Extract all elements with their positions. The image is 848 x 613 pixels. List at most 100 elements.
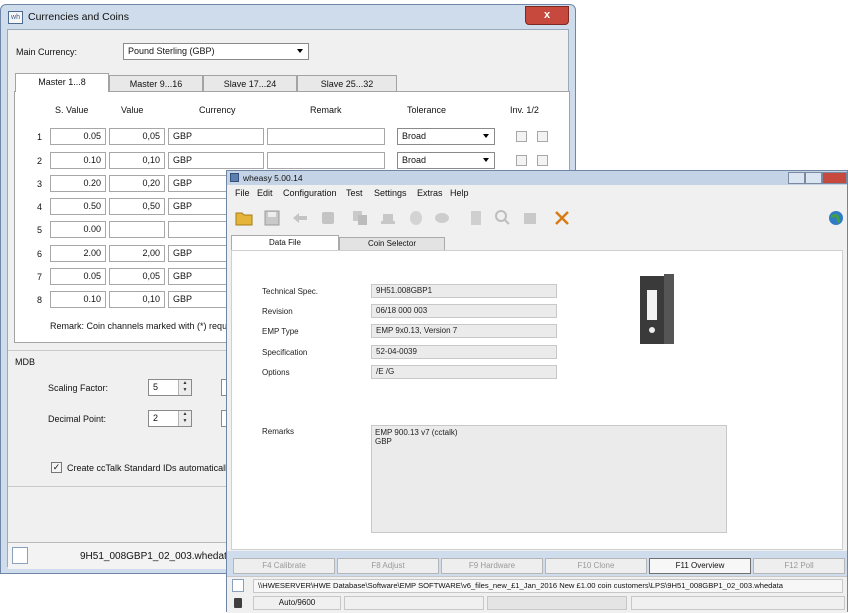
window-titlebar[interactable]: wh Currencies and Coins x [1,5,575,29]
report-icon[interactable] [521,209,539,226]
col-header-remark: Remark [310,105,342,115]
window-titlebar[interactable]: wheasy 5.00.14 [227,171,847,185]
divider [8,486,226,487]
maximize-button[interactable] [805,172,822,184]
inv2-checkbox[interactable] [537,155,548,166]
coin-icon[interactable] [407,209,425,226]
value-field[interactable]: 0,05 [109,128,165,145]
inv1-checkbox[interactable] [516,131,527,142]
svalue-field[interactable]: 0.10 [50,291,106,308]
close-button[interactable] [822,172,847,184]
svalue-field[interactable]: 0.05 [50,128,106,145]
close-button[interactable]: x [525,6,569,25]
remark-field[interactable] [267,152,385,169]
main-currency-select[interactable]: Pound Sterling (GBP) [123,43,309,60]
svalue-field[interactable]: 0.50 [50,198,106,215]
cctalk-checkbox-label: Create ccTalk Standard IDs automatically [67,463,232,473]
f9-hardware-button[interactable]: F9 Hardware [441,558,543,574]
device-icon[interactable] [319,209,337,226]
f8-adjust-button[interactable]: F8 Adjust [337,558,439,574]
tolerance-select[interactable]: Broad [397,152,495,169]
document-icon[interactable] [467,209,485,226]
window-title: Currencies and Coins [28,11,129,23]
divider [8,350,226,351]
decimal-point-label: Decimal Point: [48,414,107,424]
decimal-point-stepper[interactable]: 2 ▲ ▼ [148,410,192,427]
tab-data-file[interactable]: Data File [231,235,339,251]
col-header-currency: Currency [199,105,236,115]
value-field[interactable]: 0,05 [109,268,165,285]
remarks-line-1: EMP 900.13 v7 (cctalk) [375,428,458,437]
currency-field[interactable]: GBP [168,152,264,169]
menu-extras[interactable]: Extras [417,188,443,198]
remark-field[interactable] [267,128,385,145]
row-number: 1 [37,132,43,142]
transfer-icon[interactable] [291,209,309,226]
inv1-checkbox[interactable] [516,155,527,166]
svalue-field[interactable]: 0.20 [50,175,106,192]
inv2-checkbox[interactable] [537,131,548,142]
file-icon [232,579,244,592]
tolerance-value: Broad [402,155,427,165]
value-field[interactable]: 0,20 [109,175,165,192]
tolerance-select[interactable]: Broad [397,128,495,145]
menu-test[interactable]: Test [346,188,363,198]
svalue-field[interactable]: 0.05 [50,268,106,285]
tab-slave-25-32[interactable]: Slave 25...32 [297,75,397,92]
globe-icon[interactable] [827,209,845,226]
menu-configuration[interactable]: Configuration [283,188,337,198]
updown-arrows-icon[interactable]: ▲ ▼ [178,380,191,395]
copy-device-icon[interactable] [351,209,369,226]
search-icon[interactable] [493,209,511,226]
scaling-factor-value: 5 [153,382,159,392]
menu-edit[interactable]: Edit [257,188,273,198]
f10-clone-button[interactable]: F10 Clone [545,558,647,574]
save-icon[interactable] [263,209,281,226]
value-field[interactable]: 0,10 [109,152,165,169]
cctalk-checkbox[interactable]: ✓ [51,462,62,473]
tab-master-1-8[interactable]: Master 1...8 [15,73,109,92]
port-status: Auto/9600 [253,596,341,610]
status-cell [487,596,627,610]
technical-spec-label: Technical Spec. [262,287,319,296]
value-field[interactable] [109,221,165,238]
row-number: 7 [37,272,43,282]
menu-file[interactable]: File [235,188,250,198]
value-field[interactable]: 2,00 [109,245,165,262]
menu-help[interactable]: Help [450,188,469,198]
row-number: 3 [37,179,43,189]
tab-coin-selector[interactable]: Coin Selector [339,237,445,251]
f12-poll-button[interactable]: F12 Poll [753,558,845,574]
options-field: /E /G [371,365,557,379]
machine-icon[interactable] [379,209,397,226]
svalue-field[interactable]: 2.00 [50,245,106,262]
coin-stack-icon[interactable] [433,209,451,226]
minimize-button[interactable] [788,172,805,184]
value-field[interactable]: 0,10 [109,291,165,308]
open-folder-icon[interactable] [235,209,253,226]
f11-overview-button[interactable]: F11 Overview [649,558,751,574]
status-cell [344,596,484,610]
scaling-factor-label: Scaling Factor: [48,383,109,393]
menu-settings[interactable]: Settings [374,188,407,198]
scaling-factor-stepper[interactable]: 5 ▲ ▼ [148,379,192,396]
menu-bar: File Edit Configuration Test Settings Ex… [227,185,847,201]
tab-slave-17-24[interactable]: Slave 17...24 [203,75,297,92]
svalue-field[interactable]: 0.10 [50,152,106,169]
specification-field: 52-04-0039 [371,345,557,359]
path-bar: \\HWESERVER\HWE Database\Software\EMP SO… [227,576,847,595]
currency-field[interactable]: GBP [168,128,264,145]
svalue-field[interactable]: 0.00 [50,221,106,238]
status-filename: 9H51_008GBP1_02_003.whedata [80,551,233,562]
updown-arrows-icon[interactable]: ▲ ▼ [178,411,191,426]
options-label: Options [262,368,290,377]
tab-strip: Data File Coin Selector [227,233,465,251]
tab-master-9-16[interactable]: Master 9...16 [109,75,203,92]
mdb-group-label: MDB [15,357,35,367]
f4-calibrate-button[interactable]: F4 Calibrate [233,558,335,574]
status-bar: Auto/9600 [227,594,847,613]
value-field[interactable]: 0,50 [109,198,165,215]
binder-icon [640,274,674,344]
tools-icon[interactable] [553,209,571,226]
row-number: 8 [37,295,43,305]
